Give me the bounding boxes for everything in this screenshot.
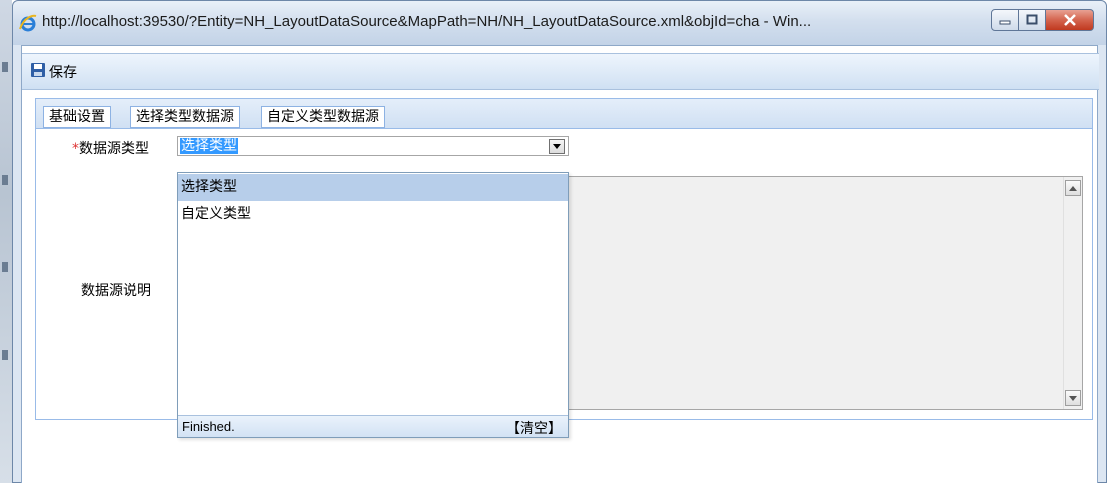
textarea-scrollbar[interactable] bbox=[1063, 177, 1082, 409]
window-title: http://localhost:39530/?Entity=NH_Layout… bbox=[42, 13, 812, 30]
minimize-icon bbox=[999, 20, 1011, 25]
browser-dialog-window: http://localhost:39530/?Entity=NH_Layout… bbox=[12, 0, 1107, 483]
dropdown-footer: Finished. 【清空】 bbox=[178, 415, 568, 437]
save-button[interactable]: 保存 bbox=[30, 62, 77, 82]
desktop-edge-mark bbox=[2, 262, 8, 272]
maximize-icon bbox=[1026, 14, 1038, 25]
dropdown-option[interactable]: 自定义类型 bbox=[178, 201, 568, 228]
datasource-type-dropdown-list: 选择类型 自定义类型 Finished. 【清空】 bbox=[177, 172, 569, 438]
desktop-edge-mark bbox=[2, 62, 8, 72]
datasource-type-label-text: 数据源类型 bbox=[79, 141, 149, 157]
datasource-type-label: *数据源类型 bbox=[72, 138, 149, 158]
arrow-up-icon bbox=[1069, 185, 1077, 191]
arrow-down-icon bbox=[1069, 395, 1077, 401]
datasource-desc-label: 数据源说明 bbox=[81, 283, 151, 299]
tab-select-type-datasource[interactable]: 选择类型数据源 bbox=[130, 106, 240, 128]
desktop-background bbox=[0, 0, 12, 483]
dropdown-arrow-button[interactable] bbox=[549, 139, 565, 154]
datasource-type-value: 选择类型 bbox=[180, 138, 238, 154]
dropdown-clear-button[interactable]: 【清空】 bbox=[506, 418, 562, 438]
ie-browser-icon bbox=[19, 14, 37, 32]
tab-basic-settings[interactable]: 基础设置 bbox=[43, 106, 111, 128]
window-title-bar[interactable]: http://localhost:39530/?Entity=NH_Layout… bbox=[13, 1, 1106, 45]
maximize-button[interactable] bbox=[1019, 9, 1046, 31]
desktop-edge-mark bbox=[2, 175, 8, 185]
tab-strip: 基础设置 选择类型数据源 自定义类型数据源 bbox=[36, 99, 1092, 129]
tab-custom-type-datasource[interactable]: 自定义类型数据源 bbox=[261, 106, 385, 128]
close-icon bbox=[1063, 14, 1076, 26]
save-button-label: 保存 bbox=[49, 65, 77, 81]
dropdown-status-text: Finished. bbox=[182, 419, 235, 434]
save-icon bbox=[30, 62, 46, 82]
scroll-down-button[interactable] bbox=[1065, 390, 1081, 406]
dialog-content: 保存 基础设置 选择类型数据源 自定义类型数据源 *数据源类型 选择类型 数据源… bbox=[21, 45, 1099, 483]
desktop-edge-mark bbox=[2, 350, 8, 360]
required-marker: * bbox=[72, 141, 79, 157]
window-controls bbox=[991, 9, 1094, 31]
scroll-up-button[interactable] bbox=[1065, 180, 1081, 196]
toolbar: 保存 bbox=[22, 53, 1099, 90]
close-button[interactable] bbox=[1046, 9, 1094, 31]
datasource-type-select[interactable]: 选择类型 bbox=[177, 136, 569, 156]
minimize-button[interactable] bbox=[991, 9, 1019, 31]
dropdown-option[interactable]: 选择类型 bbox=[178, 174, 568, 201]
chevron-down-icon bbox=[553, 144, 561, 149]
